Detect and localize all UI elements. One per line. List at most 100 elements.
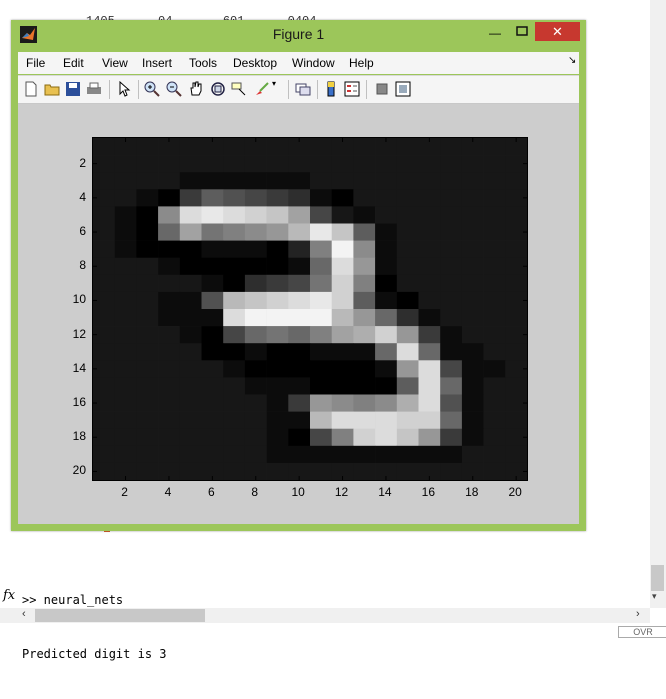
pixel-cell [440, 257, 463, 276]
function-browser-icon[interactable]: fx [3, 588, 15, 603]
figure-canvas[interactable]: 2 4 6 8 10 12 14 16 18 20 2 4 6 8 10 12 14 16 18 20 [18, 104, 579, 524]
menu-tools[interactable]: Tools [189, 56, 217, 70]
rotate-3d-icon[interactable] [210, 81, 226, 97]
edit-plot-icon[interactable] [116, 81, 132, 97]
menu-file[interactable]: File [26, 56, 45, 70]
pixel-cell [244, 360, 267, 378]
pixel-cell [440, 274, 463, 293]
zoom-in-icon[interactable] [144, 81, 160, 97]
title-bar[interactable]: Figure 1 — ✕ [11, 20, 586, 48]
pixel-cell [375, 326, 398, 344]
output-line: Predicted digit is 3 [22, 647, 167, 661]
pixel-cell [483, 172, 506, 190]
pixel-cell [158, 257, 181, 276]
pixel-cell [418, 326, 441, 344]
pixel-cell [483, 462, 506, 480]
maximize-button[interactable] [514, 24, 530, 38]
figure-window[interactable]: Figure 1 — ✕ File Edit View Insert Tools… [11, 20, 586, 531]
pixel-cell [114, 343, 137, 361]
pixel-cell [179, 309, 202, 327]
pixel-cell [136, 377, 159, 395]
pixel-cell [375, 411, 398, 429]
data-cursor-icon[interactable] [231, 81, 247, 97]
pixel-cell [353, 445, 376, 464]
pixel-cell [396, 206, 419, 224]
pixel-cell [223, 240, 246, 258]
legend-icon[interactable] [344, 81, 360, 97]
link-plot-icon[interactable] [295, 81, 311, 97]
pixel-cell [201, 189, 224, 207]
pixel-cell [244, 274, 267, 293]
pixel-cell [461, 172, 484, 190]
menu-edit[interactable]: Edit [63, 56, 84, 70]
minimize-button[interactable]: — [487, 26, 503, 40]
show-plot-tools-icon[interactable] [395, 81, 411, 97]
hide-plot-tools-icon[interactable] [374, 81, 390, 97]
pixel-cell [310, 360, 332, 378]
pixel-cell [461, 394, 484, 412]
pixel-cell [223, 138, 246, 156]
pixel-cell [440, 462, 463, 480]
pixel-cell [244, 172, 267, 190]
pixel-cell [396, 138, 419, 156]
pixel-cell [483, 223, 506, 241]
pixel-cell [288, 257, 311, 276]
horizontal-scrollbar-thumb[interactable] [35, 609, 205, 622]
pixel-cell [136, 343, 159, 361]
brush-dropdown-icon[interactable]: ▾ [272, 79, 288, 95]
y-tick-label: 18 [72, 429, 86, 444]
pixel-cell [266, 445, 289, 464]
pixel-cell [288, 291, 311, 310]
x-tick-label: 18 [465, 485, 479, 499]
pixel-cell [310, 445, 332, 464]
pixel-cell [461, 240, 484, 258]
brush-icon[interactable] [254, 81, 270, 97]
pixel-cell [418, 343, 441, 361]
image-axes[interactable] [92, 137, 528, 481]
pixel-cell [418, 360, 441, 378]
pixel-cell [353, 462, 376, 480]
pixel-cell [396, 309, 419, 327]
pixel-cell [244, 411, 267, 429]
vertical-scrollbar-thumb[interactable] [651, 565, 664, 591]
pixel-cell [158, 223, 181, 241]
dock-figure-icon[interactable]: ↘ [568, 55, 576, 66]
pixel-cell [310, 428, 332, 447]
pan-icon[interactable] [188, 81, 204, 97]
pixel-cell [310, 257, 332, 276]
pixel-cell [483, 206, 506, 224]
menu-window[interactable]: Window [292, 56, 335, 70]
scroll-left-icon[interactable]: ‹ [22, 608, 26, 620]
scroll-right-icon[interactable]: › [636, 608, 640, 620]
pixel-cell [375, 309, 398, 327]
pixel-cell [114, 172, 137, 190]
close-button[interactable]: ✕ [535, 22, 580, 41]
pixel-cell [396, 343, 419, 361]
save-icon[interactable] [65, 81, 81, 97]
pixel-cell [461, 428, 484, 447]
pixel-cell [375, 291, 398, 310]
pixel-cell [223, 343, 246, 361]
pixel-cell [114, 377, 137, 395]
vertical-scrollbar[interactable]: ▾ [650, 0, 666, 608]
pixel-cell [93, 445, 115, 464]
pixel-cell [483, 445, 506, 464]
pixel-cell [201, 309, 224, 327]
pixel-cell [114, 309, 137, 327]
horizontal-scrollbar[interactable]: ‹ › [0, 608, 650, 623]
open-file-icon[interactable] [44, 81, 60, 97]
new-figure-icon[interactable] [23, 81, 39, 97]
zoom-out-icon[interactable] [166, 81, 182, 97]
scroll-down-icon[interactable]: ▾ [652, 591, 657, 602]
pixel-cell [483, 343, 506, 361]
menu-insert[interactable]: Insert [142, 56, 172, 70]
pixel-cell [158, 326, 181, 344]
menu-view[interactable]: View [102, 56, 128, 70]
pixel-cell [244, 257, 267, 276]
colorbar-icon[interactable] [323, 81, 339, 97]
pixel-cell [505, 377, 527, 395]
print-icon[interactable] [86, 81, 102, 97]
menu-desktop[interactable]: Desktop [233, 56, 277, 70]
menu-help[interactable]: Help [349, 56, 374, 70]
pixel-cell [375, 189, 398, 207]
